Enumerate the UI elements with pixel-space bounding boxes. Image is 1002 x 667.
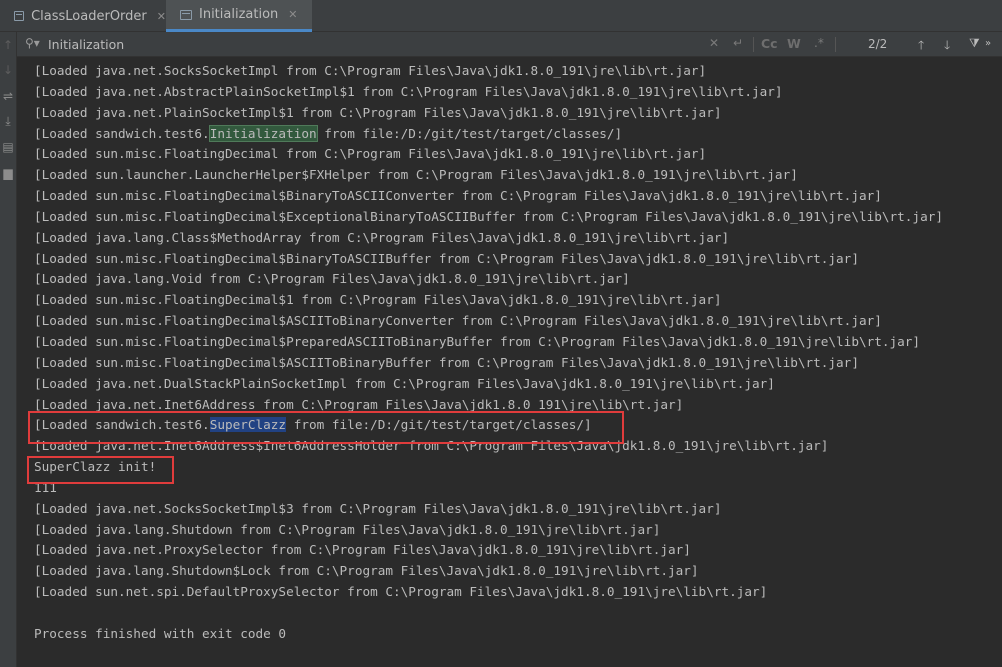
console-line: [Loaded sun.net.spi.DefaultProxySelector… [34, 584, 768, 600]
regex-icon[interactable]: .* [814, 36, 824, 50]
whole-words-button[interactable]: W [787, 36, 801, 51]
console-line: Process finished with exit code 0 [34, 625, 287, 641]
console-line: [Loaded sun.launcher.LauncherHelper$FXHe… [34, 167, 798, 183]
console-line: [Loaded java.lang.Class$MethodArray from… [34, 229, 730, 245]
new-line-icon[interactable]: ↵ [733, 36, 743, 50]
console-line: [Loaded sun.misc.FloatingDecimal$BinaryT… [34, 250, 859, 266]
console-line: [Loaded sandwich.test6.SuperClazz from f… [34, 417, 592, 433]
console-output[interactable]: [Loaded java.net.SocksSocketImpl from C:… [34, 61, 996, 645]
console-line: [Loaded sun.misc.FloatingDecimal$Prepare… [34, 333, 921, 349]
editor-tab-bar: ClassLoaderOrder ✕ Initialization ✕ [0, 0, 1002, 32]
console-line: [Loaded sandwich.test6.Initialization fr… [34, 124, 623, 142]
console-line: [Loaded java.net.Inet6Address from C:\Pr… [34, 396, 684, 412]
tab-label: ClassLoaderOrder [31, 8, 147, 24]
search-input[interactable] [48, 36, 688, 53]
next-match-icon[interactable]: 🡓 [944, 36, 950, 57]
close-icon[interactable]: ✕ [288, 8, 297, 21]
soft-wrap-icon[interactable]: ⇌ [0, 89, 16, 103]
tab-classloaderorder[interactable]: ClassLoaderOrder ✕ [0, 0, 166, 32]
console-line: [Loaded sun.misc.FloatingDecimal from C:… [34, 146, 707, 162]
console-line: [Loaded sun.misc.FloatingDecimal$1 from … [34, 292, 722, 308]
print-icon[interactable]: ▤ [0, 140, 16, 154]
console-line: [Loaded sun.misc.FloatingDecimal$ASCIITo… [34, 313, 882, 329]
console-line: [Loaded sun.misc.FloatingDecimal$ASCIITo… [34, 354, 859, 370]
arrow-down-icon[interactable]: ↓ [0, 63, 16, 77]
console-line: [Loaded java.net.SocksSocketImpl from C:… [34, 63, 707, 78]
tab-label: Initialization [199, 7, 279, 22]
close-icon[interactable]: ✕ [157, 10, 166, 23]
selected-text: SuperClazz [209, 417, 287, 433]
arrow-up-icon[interactable]: ↑ [0, 38, 16, 52]
match-count: 2/2 [868, 37, 888, 51]
trash-icon[interactable]: ▆ [0, 166, 16, 180]
console-line: [Loaded sun.misc.FloatingDecimal$BinaryT… [34, 188, 882, 204]
console-search-bar: ⚲▾ ✕ ↵ Cc W .* 2/2 🡑 🡓 ⧩ » [17, 32, 1002, 57]
run-console-icon [180, 9, 192, 20]
separator [753, 37, 754, 52]
console-line: [Loaded java.net.AbstractPlainSocketImpl… [34, 83, 783, 99]
filter-icon[interactable]: ⧩ [969, 36, 980, 51]
separator [835, 37, 836, 52]
console-line: [Loaded java.lang.Shutdown$Lock from C:\… [34, 563, 699, 579]
console-line: [Loaded java.net.Inet6Address$Inet6Addre… [34, 438, 829, 454]
console-line: [Loaded sun.misc.FloatingDecimal$Excepti… [34, 208, 943, 224]
run-console-icon [14, 11, 25, 21]
clear-search-icon[interactable]: ✕ [709, 36, 719, 50]
search-match-highlight: Initialization [208, 124, 318, 142]
console-line: [Loaded java.net.ProxySelector from C:\P… [34, 542, 691, 558]
more-options-icon[interactable]: » [985, 38, 991, 49]
console-line: 111 [34, 479, 57, 495]
tab-initialization[interactable]: Initialization ✕ [166, 0, 312, 32]
search-icon[interactable]: ⚲▾ [25, 36, 40, 50]
console-line: [Loaded java.lang.Void from C:\Program F… [34, 271, 630, 287]
scroll-to-end-icon[interactable]: ⤓ [0, 114, 16, 128]
match-case-button[interactable]: Cc [761, 36, 778, 51]
console-line: [Loaded java.net.PlainSocketImpl$1 from … [34, 104, 722, 120]
previous-match-icon[interactable]: 🡑 [918, 36, 924, 57]
console-line: [Loaded java.net.SocksSocketImpl$3 from … [34, 500, 722, 516]
console-line: [Loaded java.net.DualStackPlainSocketImp… [34, 375, 775, 391]
console-toolbar: ↑ ↓ ⇌ ⤓ ▤ ▆ [0, 32, 17, 667]
console-line: SuperClazz init! [34, 459, 157, 475]
console-line: [Loaded java.lang.Shutdown from C:\Progr… [34, 521, 661, 537]
